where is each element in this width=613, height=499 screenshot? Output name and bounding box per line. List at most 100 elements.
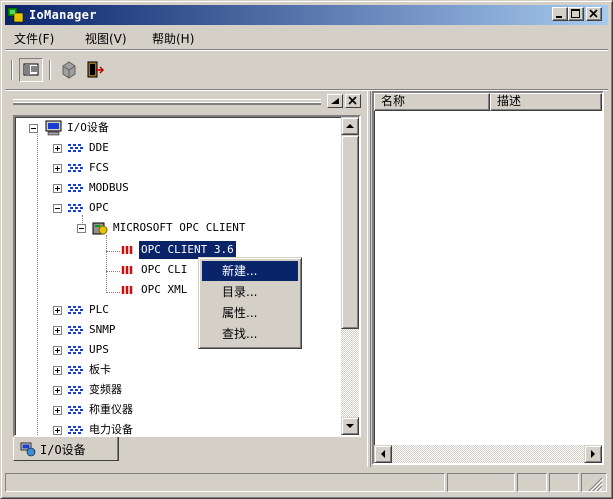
- device-group-icon: [68, 366, 83, 374]
- view-toggle-icon: [23, 63, 39, 76]
- title-bar[interactable]: IoManager: [5, 5, 608, 25]
- menu-help[interactable]: 帮助(H): [152, 30, 194, 47]
- tree-label: 称重仪器: [89, 403, 133, 416]
- scroll-right-button[interactable]: [584, 445, 602, 463]
- tree-label: UPS: [89, 343, 109, 356]
- tree-label: I/O设备: [67, 121, 109, 134]
- arrow-down-icon: [346, 424, 354, 428]
- context-menu-directory[interactable]: 目录...: [202, 282, 298, 302]
- tree-line: [106, 292, 120, 293]
- tree-label: 电力设备: [89, 423, 133, 435]
- list-horizontal-scrollbar[interactable]: [374, 445, 602, 463]
- device-group-icon: [68, 204, 83, 212]
- maximize-button[interactable]: [568, 7, 584, 21]
- exit-button[interactable]: [83, 58, 107, 82]
- tag-icon: [121, 286, 133, 294]
- app-icon: [7, 7, 24, 23]
- detail-list: 名称 描述: [372, 91, 604, 465]
- expand-icon[interactable]: [53, 326, 62, 335]
- network-icon: [20, 442, 36, 457]
- expand-icon[interactable]: [53, 406, 62, 415]
- maximize-icon: [571, 9, 580, 18]
- exit-icon: [87, 61, 105, 78]
- collapse-icon[interactable]: [29, 124, 38, 133]
- tree-label: FCS: [89, 161, 109, 174]
- arrow-up-icon: [346, 124, 354, 128]
- expand-icon[interactable]: [53, 386, 62, 395]
- expand-icon[interactable]: [53, 184, 62, 193]
- float-icon: [331, 98, 339, 104]
- status-panel: [549, 473, 579, 492]
- window-title: IoManager: [29, 8, 97, 22]
- status-bar: [5, 471, 608, 494]
- size-grip[interactable]: [581, 473, 607, 494]
- tree-label: DDE: [89, 141, 109, 154]
- menu-divider: [5, 49, 608, 51]
- device-group-icon: [68, 386, 83, 394]
- tree-line: [106, 271, 120, 272]
- minimize-button[interactable]: [552, 7, 568, 21]
- tree-label: MODBUS: [89, 181, 129, 194]
- expand-icon[interactable]: [53, 426, 62, 435]
- pane-close-button[interactable]: [345, 94, 361, 108]
- arrow-right-icon: [591, 450, 595, 458]
- tag-icon: [121, 266, 133, 274]
- scroll-left-button[interactable]: [374, 445, 392, 463]
- collapse-icon[interactable]: [53, 204, 62, 213]
- arrow-left-icon: [381, 450, 385, 458]
- device-group-icon: [68, 326, 83, 334]
- context-menu: 新建... 目录... 属性... 查找...: [198, 257, 302, 349]
- properties-icon: [62, 61, 76, 79]
- minimize-icon: [556, 16, 562, 18]
- collapse-icon[interactable]: [77, 224, 86, 233]
- pane-splitter[interactable]: [367, 91, 371, 467]
- resize-grip-icon: [587, 477, 604, 494]
- tree-label: 板卡: [89, 363, 111, 376]
- tree-line: [106, 251, 120, 252]
- status-panel-main: [5, 473, 445, 492]
- menu-view[interactable]: 视图(V): [85, 30, 127, 47]
- context-menu-properties[interactable]: 属性...: [202, 303, 298, 323]
- properties-button[interactable]: [57, 58, 81, 82]
- view-toggle-button[interactable]: [19, 58, 43, 82]
- tree-label: 变频器: [89, 383, 122, 396]
- tab-io-devices[interactable]: I/O设备: [13, 437, 119, 461]
- toolbar-grip: [11, 60, 13, 80]
- scroll-thumb[interactable]: [341, 135, 359, 329]
- expand-icon[interactable]: [53, 366, 62, 375]
- scroll-down-button[interactable]: [341, 417, 359, 435]
- device-group-icon: [68, 184, 83, 192]
- expand-icon[interactable]: [53, 144, 62, 153]
- context-menu-find[interactable]: 查找...: [202, 324, 298, 344]
- device-group-icon: [68, 346, 83, 354]
- context-menu-new[interactable]: 新建...: [202, 261, 298, 281]
- column-header-name[interactable]: 名称: [374, 93, 490, 111]
- tree-label: OPC: [89, 201, 109, 214]
- tree-pane-header: [9, 93, 367, 111]
- expand-icon[interactable]: [53, 164, 62, 173]
- toolbar-separator: [49, 60, 51, 80]
- close-icon: [589, 9, 598, 18]
- tree-line: [37, 131, 38, 435]
- tree-label: OPC CLI: [141, 263, 188, 276]
- device-group-icon: [68, 406, 83, 414]
- tag-icon: [121, 246, 133, 254]
- pane-float-button[interactable]: [327, 94, 343, 108]
- menu-file[interactable]: 文件(F): [14, 30, 54, 47]
- tree-label: OPC XML: [141, 283, 188, 296]
- device-group-icon: [68, 144, 83, 152]
- status-panel: [447, 473, 515, 492]
- column-header-description[interactable]: 描述: [490, 93, 602, 111]
- close-button[interactable]: [586, 7, 602, 21]
- tab-label: I/O设备: [40, 443, 86, 457]
- device-group-icon: [68, 426, 83, 434]
- close-icon: [348, 96, 357, 105]
- scroll-up-button[interactable]: [341, 117, 359, 135]
- tree-label: SNMP: [89, 323, 116, 336]
- pane-grip[interactable]: [13, 99, 321, 105]
- tree-line: [106, 235, 107, 293]
- expand-icon[interactable]: [53, 346, 62, 355]
- expand-icon[interactable]: [53, 306, 62, 315]
- tree-vertical-scrollbar[interactable]: [341, 117, 359, 435]
- toolbar: [11, 56, 601, 86]
